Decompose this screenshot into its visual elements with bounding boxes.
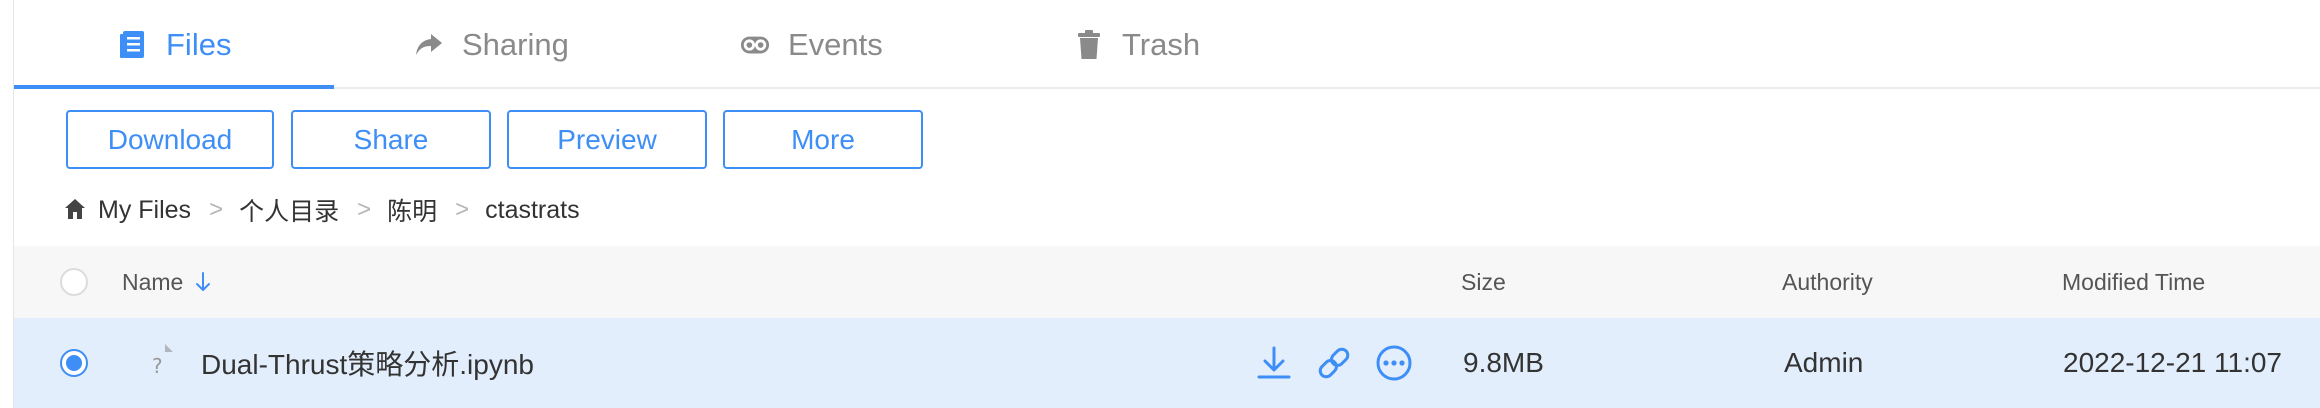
share-arrow-icon xyxy=(414,30,444,60)
preview-button[interactable]: Preview xyxy=(507,110,707,169)
file-icon-glyph: ? xyxy=(152,354,163,378)
left-panel-edge xyxy=(0,0,14,408)
column-header-size[interactable]: Size xyxy=(1461,246,1506,318)
row-select-cell xyxy=(60,318,88,408)
tab-files[interactable]: Files xyxy=(118,0,231,89)
breadcrumb-item-user[interactable]: 陈明 xyxy=(387,192,437,228)
column-header-authority[interactable]: Authority xyxy=(1782,246,1873,318)
select-all-cell xyxy=(60,246,88,318)
tab-label: Sharing xyxy=(462,26,569,62)
link-icon[interactable] xyxy=(1314,343,1354,383)
tab-events[interactable]: Events xyxy=(740,0,883,89)
tab-label: Files xyxy=(166,26,232,62)
home-icon xyxy=(64,198,88,222)
row-actions xyxy=(1254,318,1434,408)
active-tab-indicator xyxy=(14,85,334,89)
column-name-label: Name xyxy=(122,268,184,295)
breadcrumb-item-personal[interactable]: 个人目录 xyxy=(239,192,339,228)
tab-label: Trash xyxy=(1122,26,1201,62)
unknown-file-icon: ? xyxy=(138,318,174,408)
share-button[interactable]: Share xyxy=(291,110,491,169)
file-name[interactable]: Dual-Thrust策略分析.ipynb xyxy=(201,318,534,408)
breadcrumb-separator: > xyxy=(357,196,372,223)
breadcrumb-item-my-files[interactable]: My Files xyxy=(98,196,191,225)
sort-down-arrow-icon[interactable] xyxy=(195,272,211,292)
tab-sharing[interactable]: Sharing xyxy=(414,0,569,89)
radio-dot xyxy=(66,355,82,371)
breadcrumb-item-current[interactable]: ctastrats xyxy=(485,196,579,225)
table-header: Name Size Authority Modified Time xyxy=(14,246,2320,318)
file-modified-time: 2022-12-21 11:07 xyxy=(2063,347,2282,378)
column-header-modified[interactable]: Modified Time xyxy=(2062,246,2205,318)
tab-bar: Files Sharing Events Trash xyxy=(14,0,2320,89)
more-dots-icon[interactable] xyxy=(1374,343,1414,383)
download-button[interactable]: Download xyxy=(66,110,274,169)
select-all-checkbox[interactable] xyxy=(60,268,88,296)
table-row[interactable]: ? Dual-Thrust策略分析.ipynb 9.8MB Admin 2022… xyxy=(14,318,2320,408)
download-icon[interactable] xyxy=(1254,343,1294,383)
more-button[interactable]: More xyxy=(723,110,923,169)
file-authority: Admin xyxy=(1784,347,1864,378)
breadcrumb-separator: > xyxy=(209,196,224,223)
file-list-icon xyxy=(118,30,148,60)
tab-label: Events xyxy=(788,26,883,62)
tab-trash[interactable]: Trash xyxy=(1074,0,1200,89)
breadcrumb-separator: > xyxy=(455,196,470,223)
file-size: 9.8MB xyxy=(1463,347,1544,378)
row-select-radio[interactable] xyxy=(60,349,88,377)
breadcrumb: My Files > 个人目录 > 陈明 > ctastrats xyxy=(64,190,580,230)
column-header-name[interactable]: Name xyxy=(122,246,211,318)
trash-icon xyxy=(1074,29,1104,60)
events-icon xyxy=(740,30,770,60)
